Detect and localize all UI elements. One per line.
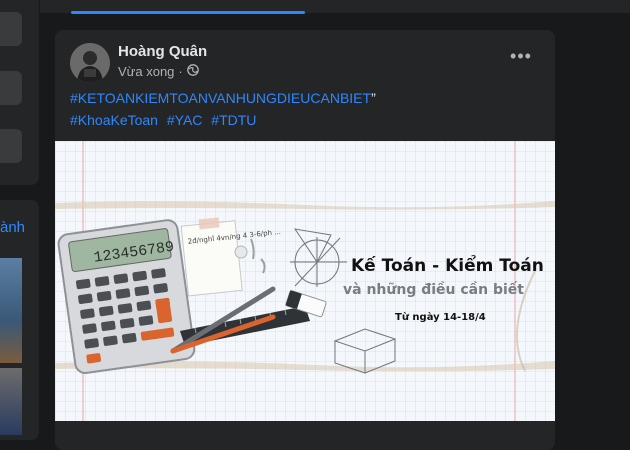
side-card-link[interactable]: ành	[0, 219, 25, 236]
closing-quote: ”	[371, 90, 376, 106]
shortcut-button-1[interactable]	[0, 12, 22, 46]
post-footer	[55, 421, 555, 450]
hashtag-link[interactable]: #KETOANKIEMTOANVANHUNGDIEUCANBIET	[70, 90, 371, 106]
meta-separator: ·	[178, 64, 183, 79]
post-text-line-2: #KhoaKeToan #YAC #TDTU	[70, 112, 261, 128]
post-text-line-1: #KETOANKIEMTOANVANHUNGDIEUCANBIET”	[70, 90, 376, 106]
hashtag-tdtu[interactable]: #TDTU	[211, 112, 256, 128]
shortcut-button-2[interactable]	[0, 71, 22, 105]
author-avatar[interactable]	[70, 43, 110, 83]
post-image[interactable]: 123456789 2đ/nghĩ 4vn/ng 4 3-6/ph ... Kế…	[55, 141, 555, 421]
banner-title: Kế Toán - Kiểm Toán	[351, 254, 544, 276]
hashtag-yac[interactable]: #YAC	[167, 112, 203, 128]
side-photo-1[interactable]	[0, 258, 22, 363]
feed-post: Hoàng Quân Vừa xong · ••• #KETOANKIEMTOA…	[55, 30, 555, 450]
banner-date: Từ ngày 14-18/4	[395, 311, 486, 323]
author-name[interactable]: Hoàng Quân	[118, 43, 207, 60]
shortcut-button-3[interactable]	[0, 129, 22, 163]
more-options-button[interactable]: •••	[510, 45, 532, 67]
hashtag-khoaketoan[interactable]: #KhoaKeToan	[70, 112, 158, 128]
active-tab-indicator	[71, 11, 305, 14]
banner-subtitle: và những điều cần biết	[343, 281, 524, 298]
globe-icon[interactable]	[186, 64, 199, 79]
side-photo-2[interactable]	[0, 368, 22, 435]
post-meta: Vừa xong ·	[118, 64, 199, 79]
post-time[interactable]: Vừa xong	[118, 64, 174, 79]
